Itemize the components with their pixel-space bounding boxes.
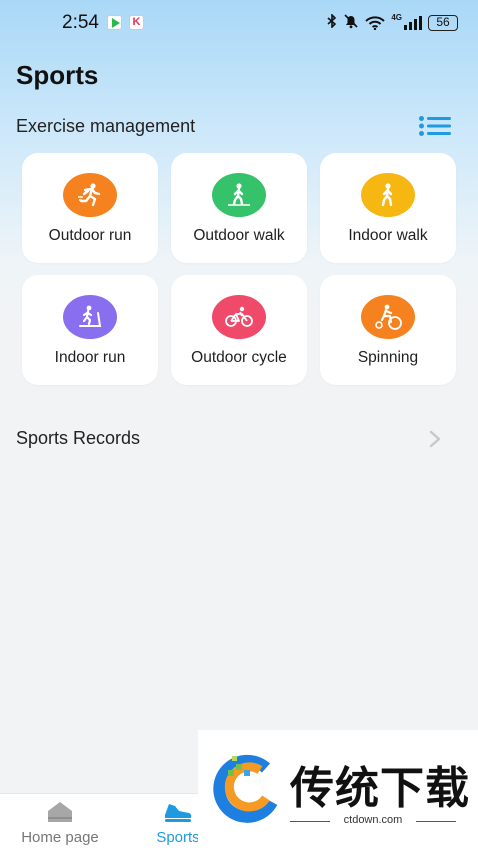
- walker-icon: [212, 173, 266, 217]
- card-label: Indoor run: [54, 349, 126, 366]
- mute-bell-icon: [343, 13, 359, 32]
- treadmill-icon: [63, 295, 117, 339]
- clock: 2:54: [62, 12, 99, 33]
- card-outdoor-walk[interactable]: Outdoor walk: [171, 153, 307, 263]
- list-menu-icon[interactable]: [419, 116, 451, 136]
- tab-home[interactable]: Home page: [0, 794, 120, 850]
- indoor-walk-icon: [361, 173, 415, 217]
- sports-records-link[interactable]: Sports Records: [16, 428, 140, 449]
- play-store-icon: [107, 15, 122, 30]
- watermark-logo-icon: [213, 754, 278, 823]
- bluetooth-icon: [327, 13, 337, 31]
- battery-indicator: 56: [428, 14, 458, 31]
- tab-label: Home page: [21, 829, 99, 846]
- page-title: Sports: [16, 60, 99, 90]
- spinning-bike-icon: [361, 295, 415, 339]
- exercise-management-title: Exercise management: [16, 116, 196, 136]
- system-icons: 4G 56: [327, 13, 458, 32]
- card-label: Outdoor walk: [193, 227, 285, 244]
- bicycle-icon: [212, 295, 266, 339]
- card-outdoor-cycle[interactable]: Outdoor cycle: [171, 275, 307, 385]
- signal-icon: [404, 15, 422, 30]
- sneaker-icon: [165, 804, 192, 822]
- card-label: Outdoor run: [48, 227, 132, 244]
- runner-icon: [63, 173, 117, 217]
- k-app-icon: K: [129, 15, 144, 30]
- card-outdoor-run[interactable]: Outdoor run: [22, 153, 158, 263]
- card-label: Spinning: [357, 349, 419, 366]
- network-type: 4G: [391, 13, 402, 22]
- card-label: Indoor walk: [348, 227, 428, 244]
- home-icon: [48, 802, 72, 822]
- card-spinning[interactable]: Spinning: [320, 275, 456, 385]
- card-indoor-run[interactable]: Indoor run: [22, 275, 158, 385]
- card-indoor-walk[interactable]: Indoor walk: [320, 153, 456, 263]
- watermark-site: ctdown.com: [290, 814, 456, 826]
- wifi-icon: [365, 15, 386, 30]
- watermark: 传统下载 ctdown.com: [198, 730, 478, 850]
- card-label: Outdoor cycle: [191, 349, 287, 366]
- chevron-right-icon[interactable]: [427, 430, 443, 448]
- watermark-text: 传统下载: [290, 763, 470, 814]
- status-bar: 2:54 K 4G 56: [0, 0, 478, 46]
